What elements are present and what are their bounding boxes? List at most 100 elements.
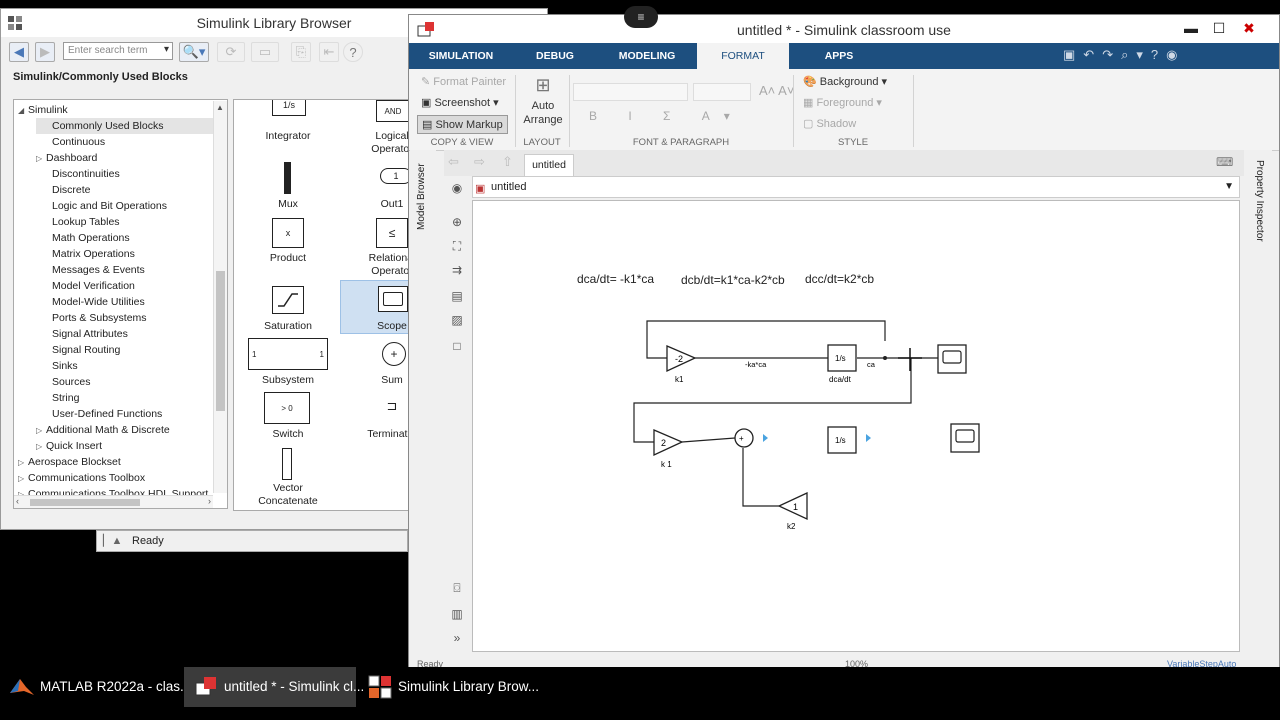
options-icon[interactable]: ◉: [1166, 47, 1185, 62]
close-button[interactable]: ✖: [1239, 19, 1259, 37]
signal-line-gain3-sum[interactable]: [742, 448, 779, 507]
signal-line-gain2-sum[interactable]: [681, 437, 736, 443]
font-name-dropdown[interactable]: [573, 83, 688, 101]
tree-item[interactable]: ◢ Simulink: [18, 102, 218, 118]
search-input[interactable]: Enter search term ▾: [63, 42, 173, 60]
auto-arrange-icon[interactable]: ⊞: [525, 75, 561, 96]
taskbar-item-library-browser[interactable]: Simulink Library Brow...: [358, 667, 539, 707]
maximize-button[interactable]: ☐: [1209, 19, 1229, 37]
logical-operator-block-icon[interactable]: AND: [376, 100, 410, 122]
tree-item[interactable]: Logic and Bit Operations: [36, 198, 227, 214]
tree-item[interactable]: ▷ Quick Insert: [36, 438, 227, 455]
integrator-block-icon[interactable]: 1/s: [272, 100, 306, 116]
minimize-button[interactable]: ▬: [1181, 19, 1201, 37]
auto-arrange-button[interactable]: Auto Arrange: [521, 99, 565, 127]
collapsed-arrow-icon[interactable]: ▷: [18, 455, 28, 471]
image-icon[interactable]: ▨: [449, 312, 465, 328]
sum-block-icon[interactable]: +: [382, 342, 406, 366]
sum-block[interactable]: [734, 428, 754, 448]
library-tree[interactable]: ◢ Simulink Commonly Used Blocks Continuous ▷…: [13, 99, 228, 509]
redo-icon[interactable]: ↷: [1102, 47, 1121, 62]
expanded-arrow-icon[interactable]: ◢: [18, 103, 28, 119]
tree-item[interactable]: Sinks: [36, 358, 227, 374]
collapsed-arrow-icon[interactable]: ▷: [18, 471, 28, 487]
refresh-icon[interactable]: ⟳: [217, 42, 245, 62]
menu-handle-icon[interactable]: ≡: [624, 6, 658, 28]
scope-block-icon[interactable]: [378, 286, 408, 312]
keyboard-icon[interactable]: ⌨: [1216, 155, 1233, 169]
undo-icon[interactable]: ↶: [1083, 47, 1102, 62]
tab-format[interactable]: FORMAT: [697, 43, 789, 69]
back-arrow-icon[interactable]: ◀: [9, 42, 29, 62]
font-size-dropdown[interactable]: [693, 83, 751, 101]
tree-item[interactable]: ▷ Dashboard: [36, 150, 227, 167]
tab-modeling[interactable]: MODELING: [597, 43, 697, 69]
search-icon[interactable]: ⌕: [1121, 47, 1136, 62]
annotation-icon[interactable]: ▤: [449, 288, 465, 304]
pin-icon[interactable]: ⎘: [291, 42, 311, 62]
tree-item[interactable]: Messages & Events: [36, 262, 227, 278]
collapsed-arrow-icon[interactable]: ▷: [36, 423, 46, 439]
tab-debug[interactable]: DEBUG: [513, 43, 597, 69]
save-icon[interactable]: ▣: [1063, 47, 1083, 62]
folder-icon[interactable]: ▭: [251, 42, 279, 62]
scroll-thumb[interactable]: [216, 271, 225, 411]
fit-view-icon[interactable]: ⛶: [449, 238, 465, 254]
text-style-buttons[interactable]: B I Σ A▾: [589, 109, 744, 123]
up-arrow-icon[interactable]: ⇧: [502, 154, 513, 170]
gain-k1b-block[interactable]: [653, 429, 684, 457]
branch-line-ca[interactable]: [633, 358, 912, 443]
product-block-icon[interactable]: x: [272, 218, 304, 248]
mux-block-icon[interactable]: [284, 162, 291, 194]
vector-concatenate-block-icon[interactable]: [282, 448, 292, 480]
arrow-icon[interactable]: ⇉: [449, 262, 465, 278]
tab-untitled[interactable]: untitled: [524, 154, 574, 176]
tree-hscrollbar[interactable]: ‹ ›: [14, 495, 213, 508]
switch-block-icon[interactable]: > 0: [264, 392, 310, 424]
scope-2-block[interactable]: [950, 423, 980, 453]
taskbar-item-simulink-model[interactable]: untitled * - Simulink cl...: [184, 667, 364, 707]
background-button[interactable]: 🎨 Background ▾: [803, 75, 887, 88]
tree-item[interactable]: Lookup Tables: [36, 214, 227, 230]
tree-item[interactable]: String: [36, 390, 227, 406]
tree-item[interactable]: Math Operations: [36, 230, 227, 246]
block-palette[interactable]: 1/s Integrator AND Logical Operator Mux …: [233, 99, 413, 511]
foreground-button[interactable]: ▦ Foreground ▾: [803, 96, 882, 109]
collapsed-arrow-icon[interactable]: ▷: [36, 151, 46, 167]
scope-1-block[interactable]: [937, 344, 967, 374]
font-size-adjust-icon[interactable]: A˄ A˅: [759, 83, 794, 98]
quick-access-toolbar[interactable]: ▣↶↷⌕▾?◉: [1063, 47, 1186, 63]
chevron-down-icon[interactable]: ▾: [1136, 47, 1151, 62]
tree-item[interactable]: Signal Attributes: [36, 326, 227, 342]
camera-icon[interactable]: ⌼: [449, 580, 465, 596]
forward-arrow-icon[interactable]: ▶: [35, 42, 55, 62]
property-inspector-panel[interactable]: Property Inspector: [1244, 150, 1272, 660]
report-icon[interactable]: ▥: [449, 606, 465, 622]
chevron-down-icon[interactable]: ▼: [1224, 177, 1234, 197]
help-icon[interactable]: ?: [343, 42, 363, 62]
forward-arrow-icon[interactable]: ⇨: [474, 154, 485, 170]
tree-item[interactable]: Sources: [36, 374, 227, 390]
tree-item[interactable]: Commonly Used Blocks: [36, 118, 227, 134]
help-icon[interactable]: ?: [1151, 47, 1166, 62]
area-icon[interactable]: □: [449, 338, 465, 354]
tree-item[interactable]: Discrete: [36, 182, 227, 198]
tree-item[interactable]: Signal Routing: [36, 342, 227, 358]
tree-item[interactable]: Model-Wide Utilities: [36, 294, 227, 310]
relational-operator-block-icon[interactable]: ≤: [376, 218, 408, 248]
property-inspector-tab[interactable]: Property Inspector: [1251, 160, 1265, 250]
show-markup-button[interactable]: ▤ Show Markup: [417, 115, 508, 134]
format-painter-button[interactable]: ✎ Format Painter: [421, 75, 506, 88]
model-browser-panel[interactable]: Model Browser: [410, 150, 436, 660]
expand-icon[interactable]: »: [449, 630, 465, 646]
model-titlebar[interactable]: untitled * - Simulink classroom use: [409, 15, 1279, 43]
zoom-icon[interactable]: ⊕: [449, 214, 465, 230]
subsystem-block-icon[interactable]: 11: [248, 338, 328, 370]
hscroll-thumb[interactable]: [30, 499, 140, 506]
tree-item[interactable]: Discontinuities: [36, 166, 227, 182]
tree-item[interactable]: Matrix Operations: [36, 246, 227, 262]
tree-item[interactable]: Continuous: [36, 134, 227, 150]
saturation-block-icon[interactable]: [272, 286, 304, 314]
undock-icon[interactable]: ⇤: [319, 42, 339, 62]
collapsed-arrow-icon[interactable]: ▷: [36, 439, 46, 455]
